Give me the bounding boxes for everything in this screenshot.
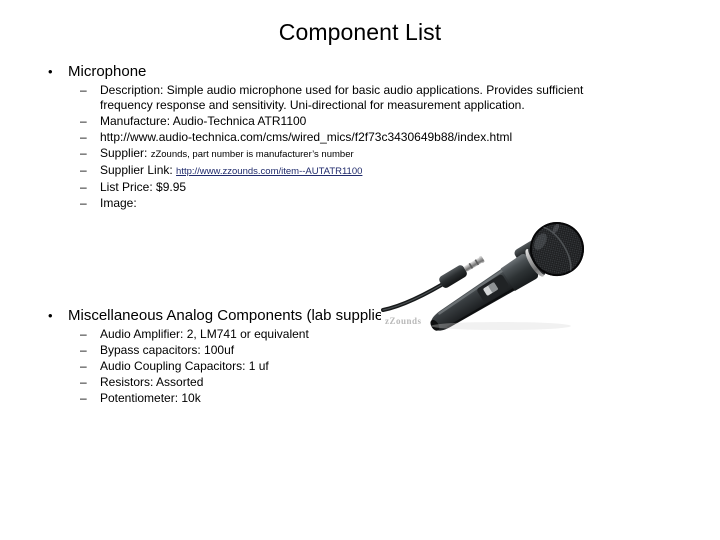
list-item-potentiometer: – Potentiometer: 10k	[0, 391, 720, 406]
bullet-label: Miscellaneous Analog Components (lab sup…	[68, 307, 396, 324]
supplier-note: zZounds, part number is manufacturer’s n…	[150, 149, 354, 160]
microphone-sublist: – Description: Simple audio microphone u…	[0, 83, 720, 211]
list-item-label: Description: Simple audio microphone use…	[100, 83, 584, 112]
list-item-label: Audio Coupling Capacitors: 1 uf	[100, 359, 269, 373]
supplier-link[interactable]: http://www.zzounds.com/item--AUTATR1100	[176, 166, 362, 177]
list-item-label: Potentiometer: 10k	[100, 391, 201, 405]
list-item-image: – Image:	[0, 196, 720, 211]
dash-marker: –	[80, 343, 87, 357]
slide: Component List • Microphone – Descriptio…	[0, 0, 720, 540]
bullet-marker: •	[48, 64, 53, 79]
list-item-supplier-link: – Supplier Link: http://www.zzounds.com/…	[0, 163, 720, 179]
dash-marker: –	[80, 359, 87, 373]
dash-marker: –	[80, 83, 87, 97]
list-item-label: Manufacture: Audio-Technica ATR1100	[100, 114, 307, 128]
manufacturer-url-text: http://www.audio-technica.com/cms/wired_…	[100, 130, 513, 144]
list-item-manufacture: – Manufacture: Audio-Technica ATR1100	[0, 114, 720, 129]
list-item-label: Audio Amplifier: 2, LM741 or equivalent	[100, 327, 309, 341]
dash-marker: –	[80, 327, 87, 341]
misc-analog-sublist: – Audio Amplifier: 2, LM741 or equivalen…	[0, 327, 720, 406]
bullet-label: Microphone	[68, 63, 147, 80]
list-item-label: Bypass capacitors: 100uf	[100, 343, 235, 357]
list-item-audio-coupling-capacitors: – Audio Coupling Capacitors: 1 uf	[0, 359, 720, 374]
supplier-label: Supplier:	[100, 146, 151, 160]
microphone-product-image: zZounds	[381, 214, 633, 336]
list-price-label: List Price: $9.95	[100, 180, 187, 194]
page-title: Component List	[278, 19, 442, 45]
dash-marker: –	[80, 163, 87, 177]
bullet-microphone: • Microphone	[0, 62, 720, 81]
list-item-supplier: – Supplier: zZounds, part number is manu…	[0, 146, 720, 162]
list-item-bypass-capacitors: – Bypass capacitors: 100uf	[0, 343, 720, 358]
bullet-marker: •	[48, 308, 53, 323]
dash-marker: –	[80, 180, 87, 194]
list-item-resistors: – Resistors: Assorted	[0, 375, 720, 390]
dash-marker: –	[80, 375, 87, 389]
supplier-link-label: Supplier Link:	[100, 163, 177, 177]
zzounds-watermark: zZounds	[385, 316, 422, 326]
dash-marker: –	[80, 114, 87, 128]
list-item-list-price: – List Price: $9.95	[0, 180, 720, 195]
dash-marker: –	[80, 146, 87, 160]
list-item-label: Resistors: Assorted	[100, 375, 204, 389]
image-label: Image:	[100, 196, 137, 210]
dash-marker: –	[80, 391, 87, 405]
list-item-description: – Description: Simple audio microphone u…	[0, 83, 720, 113]
dash-marker: –	[80, 196, 87, 210]
dash-marker: –	[80, 130, 87, 144]
list-item-manufacturer-url: – http://www.audio-technica.com/cms/wire…	[0, 130, 720, 145]
